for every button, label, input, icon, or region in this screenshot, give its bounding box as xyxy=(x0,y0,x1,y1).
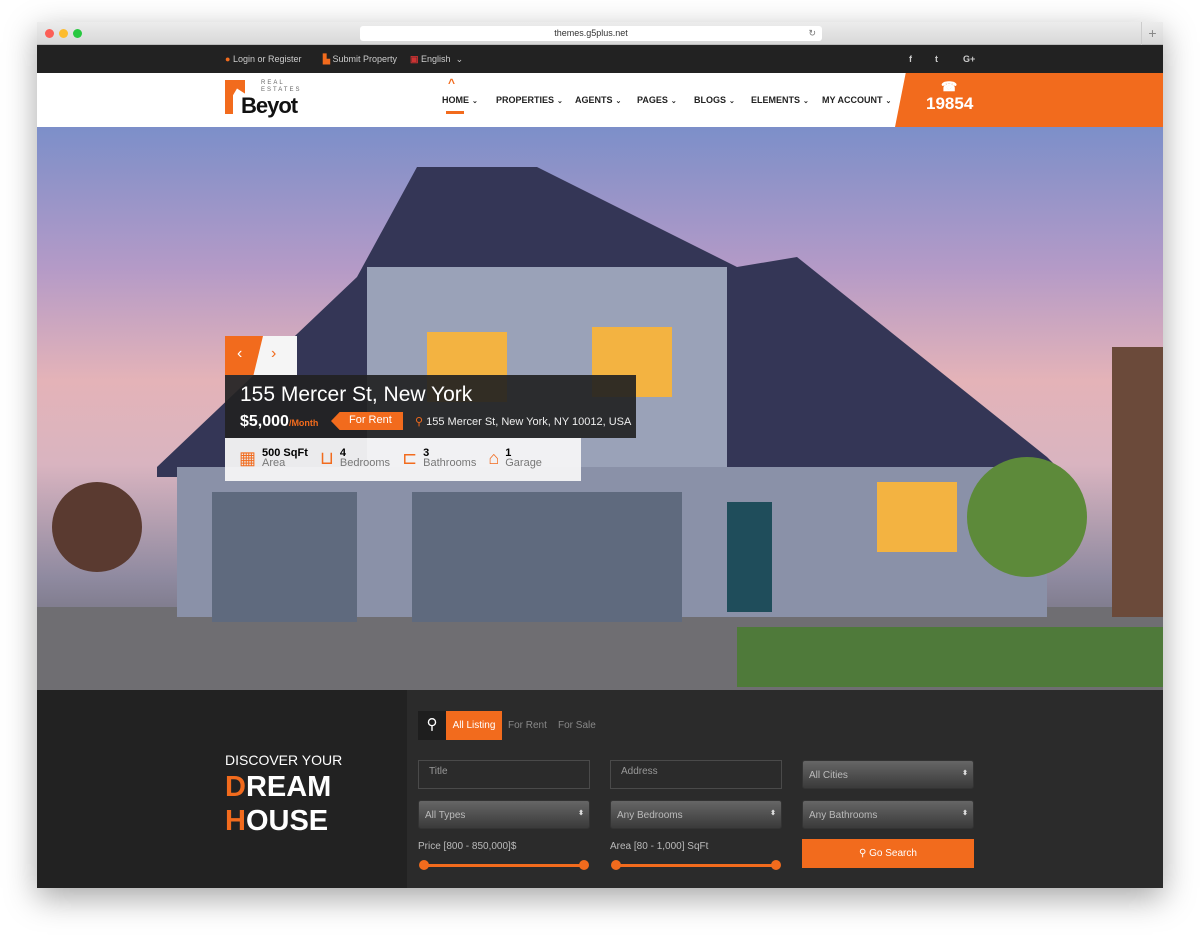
feature-area: ▦ 500 SqFt Area xyxy=(239,447,308,469)
logo-name: Beyot xyxy=(241,93,298,118)
top-bar: ● Login or Register ▙ Submit Property ▣ … xyxy=(37,45,1163,73)
login-link[interactable]: ● Login or Register xyxy=(225,54,302,64)
next-slide-button[interactable]: › xyxy=(271,345,276,363)
status-badge: For Rent xyxy=(331,412,403,430)
search-icon: ⚲ xyxy=(418,711,446,740)
feature-bathrooms: ⊏ 3 Bathrooms xyxy=(402,447,477,469)
active-caret-icon: ^ xyxy=(448,76,456,90)
nav-properties[interactable]: PROPERTIES ⌄ xyxy=(496,95,563,105)
price-range-slider[interactable] xyxy=(419,860,589,870)
tab-for-sale[interactable]: For Sale xyxy=(558,720,596,731)
hero-slider: ‹ › 155 Mercer St, New York $5,000/Month… xyxy=(37,127,1163,690)
nav-pages[interactable]: PAGES ⌄ xyxy=(637,95,677,105)
bathtub-icon: ⊏ xyxy=(402,448,418,468)
map-pin-icon: ⚲ xyxy=(415,416,424,428)
minimize-window-button[interactable] xyxy=(59,29,68,38)
nav-blogs[interactable]: BLOGS ⌄ xyxy=(694,95,735,105)
facebook-icon[interactable]: f xyxy=(909,54,912,64)
tab-all-listing[interactable]: All Listing xyxy=(446,711,502,740)
tagline: DISCOVER YOUR xyxy=(225,752,343,768)
nav-agents[interactable]: AGENTS ⌄ xyxy=(575,95,621,105)
listing-title[interactable]: 155 Mercer St, New York xyxy=(240,383,472,407)
bedrooms-select[interactable]: Any Bedrooms ⬍ xyxy=(610,800,782,829)
garage-icon: ⌂ xyxy=(488,448,500,468)
reload-icon[interactable]: ↻ xyxy=(808,26,816,41)
address-input[interactable]: Address xyxy=(610,760,782,789)
phone-icon: ☎ xyxy=(941,79,958,94)
nav-elements[interactable]: ELEMENTS ⌄ xyxy=(751,95,809,105)
types-select[interactable]: All Types ⬍ xyxy=(418,800,590,829)
search-section: DISCOVER YOUR DREAM HOUSE ⚲ All Listing F… xyxy=(37,690,1163,888)
cities-select[interactable]: All Cities ⬍ xyxy=(802,760,974,789)
phone-number: 19854 xyxy=(926,94,974,113)
url-text: themes.g5plus.net xyxy=(554,28,628,38)
maximize-window-button[interactable] xyxy=(73,29,82,38)
area-label: Area [80 - 1,000] SqFt xyxy=(610,841,709,852)
listing-address: ⚲ 155 Mercer St, New York, NY 10012, USA xyxy=(415,416,632,428)
dream-house-heading: DREAM HOUSE xyxy=(225,771,332,837)
main-nav: REAL ESTATES Beyot ^ HOME ⌄ PROPERTIES ⌄ AG… xyxy=(37,73,1163,127)
listing-card[interactable]: 155 Mercer St, New York $5,000/Month For… xyxy=(225,375,636,438)
tab-for-rent[interactable]: For Rent xyxy=(508,720,547,731)
browser-window: themes.g5plus.net ↻ + ● Login or Register… xyxy=(37,22,1163,888)
bed-icon: ⊔ xyxy=(319,448,334,468)
nav-home[interactable]: HOME ⌄ xyxy=(442,95,478,105)
logo-subtitle: REAL ESTATES xyxy=(261,80,302,93)
prev-slide-button[interactable]: ‹ xyxy=(225,336,263,375)
features-row: ▦ 500 SqFt Area ⊔ 4 Bedrooms ⊏ 3 Bathrooms ⌂ 1 G… xyxy=(239,448,542,469)
browser-titlebar: themes.g5plus.net ↻ + xyxy=(37,22,1163,45)
listing-features: ▦ 500 SqFt Area ⊔ 4 Bedrooms ⊏ 3 Bathrooms ⌂ 1 G… xyxy=(225,438,581,481)
title-input[interactable]: Title xyxy=(418,760,590,789)
active-underline xyxy=(446,111,464,114)
phone-box[interactable]: ☎ 19854 xyxy=(895,73,1163,127)
listing-price: $5,000/Month xyxy=(240,413,319,430)
area-range-slider[interactable] xyxy=(611,860,781,870)
language-selector[interactable]: ▣ English ⌄ xyxy=(410,54,463,65)
go-search-button[interactable]: ⚲ Go Search xyxy=(802,839,974,868)
twitter-icon[interactable]: t xyxy=(935,54,938,64)
bathrooms-select[interactable]: Any Bathrooms ⬍ xyxy=(802,800,974,829)
slider-nav: ‹ › xyxy=(225,336,297,375)
feature-garage: ⌂ 1 Garage xyxy=(488,447,542,469)
search-icon: ⚲ xyxy=(859,848,867,859)
price-label: Price [800 - 850,000]$ xyxy=(418,841,517,852)
close-window-button[interactable] xyxy=(45,29,54,38)
google-plus-icon[interactable]: G+ xyxy=(963,54,975,64)
nav-my-account[interactable]: MY ACCOUNT ⌄ xyxy=(822,95,891,105)
search-tagline-panel: DISCOVER YOUR DREAM HOUSE xyxy=(37,690,407,888)
submit-property-link[interactable]: ▙ Submit Property xyxy=(323,54,397,65)
feature-bedrooms: ⊔ 4 Bedrooms xyxy=(319,447,391,469)
area-icon: ▦ xyxy=(239,448,257,468)
address-bar[interactable]: themes.g5plus.net ↻ xyxy=(360,26,822,41)
new-tab-button[interactable]: + xyxy=(1141,22,1163,45)
